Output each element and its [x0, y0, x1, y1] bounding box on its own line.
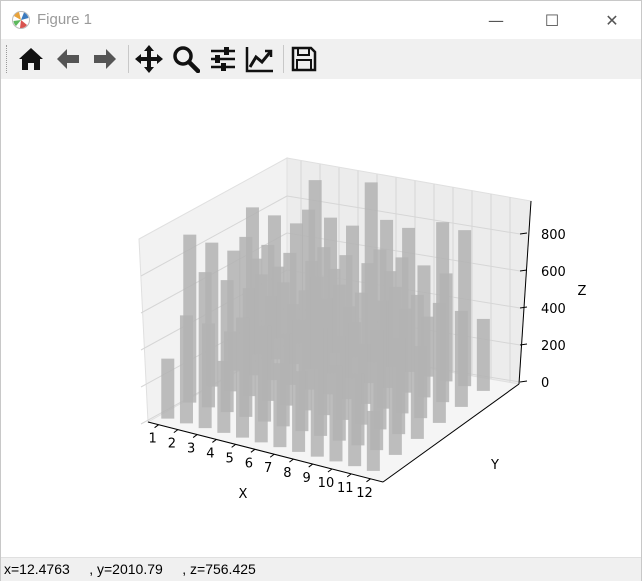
zoom-button[interactable]	[168, 41, 204, 77]
cursor-coordinates: x=12.4763 , y=2010.79 , z=756.425	[4, 561, 256, 577]
save-icon	[291, 46, 317, 72]
figure-canvas[interactable]: 1 2 3 4 5 6 7 8 9 10 11 12 0 200 400 600 800 X Y Z	[1, 79, 641, 557]
x-tick-label: 4	[206, 446, 214, 461]
toolbar-separator	[283, 45, 284, 73]
z-axis-label: Z	[578, 284, 587, 299]
close-icon: ✕	[605, 10, 619, 30]
forward-button[interactable]	[87, 41, 123, 77]
x-tick-label: 12	[356, 486, 373, 501]
bar	[388, 286, 402, 455]
window-title: Figure 1	[37, 11, 93, 28]
bar	[348, 322, 362, 467]
bar	[273, 363, 287, 448]
bar	[198, 272, 212, 429]
edit-axes-button[interactable]	[242, 41, 278, 77]
bar	[217, 360, 231, 433]
z-tick-label: 600	[541, 265, 566, 280]
zoom-icon	[173, 46, 200, 73]
x-tick-label: 3	[187, 442, 195, 457]
z-tick-label: 0	[541, 376, 549, 391]
z-tick-label: 400	[541, 302, 566, 317]
bar	[366, 410, 380, 471]
x-axis-label: X	[239, 487, 248, 502]
pan-button[interactable]	[131, 41, 167, 77]
close-button[interactable]: ✕	[589, 1, 635, 39]
navigation-toolbar	[1, 39, 641, 79]
toolbar-grip[interactable]	[6, 45, 9, 73]
minimize-icon: —	[488, 10, 504, 30]
x-tick-label: 5	[226, 451, 234, 466]
bar	[161, 358, 175, 419]
edit-axes-icon	[245, 47, 273, 73]
bar	[310, 276, 324, 457]
z-tick-mark	[519, 380, 528, 383]
x-tick-mark	[250, 448, 256, 453]
z-tick-label: 800	[541, 228, 566, 243]
x-tick-label: 1	[148, 432, 156, 447]
x-tick-label: 11	[337, 481, 354, 496]
x-tick-mark	[154, 424, 159, 429]
y-axis-label: Y	[490, 458, 499, 473]
bar	[292, 319, 306, 452]
forward-arrow-icon	[94, 49, 116, 69]
bar	[179, 315, 193, 424]
x-tick-mark	[212, 439, 217, 443]
home-icon	[19, 48, 43, 70]
bar	[254, 274, 268, 443]
back-button[interactable]	[50, 41, 86, 77]
x-tick-mark	[231, 443, 236, 448]
bar	[236, 317, 250, 438]
x-tick-label: 8	[283, 466, 291, 481]
x-tick-label: 9	[303, 471, 311, 486]
subplots-button[interactable]	[205, 41, 241, 77]
home-button[interactable]	[13, 41, 49, 77]
x-tick-mark	[346, 473, 352, 478]
x-tick-mark	[173, 429, 179, 434]
x-tick-label: 6	[245, 456, 253, 471]
status-bar: x=12.4763 , y=2010.79 , z=756.425	[1, 557, 641, 581]
pan-icon	[135, 45, 163, 73]
x-tick-mark	[327, 468, 333, 473]
x-tick-mark	[308, 463, 313, 468]
x-tick-mark	[289, 458, 294, 463]
title-bar[interactable]: Figure 1 — ☐ ✕	[1, 1, 641, 39]
save-button[interactable]	[286, 41, 322, 77]
bar	[410, 294, 424, 439]
bar	[329, 365, 343, 462]
x-tick-mark	[269, 453, 275, 458]
x-tick-label: 2	[168, 437, 176, 452]
matplotlib-logo-icon	[12, 11, 30, 29]
toolbar-separator	[128, 45, 129, 73]
back-arrow-icon	[57, 49, 79, 69]
maximize-button[interactable]: ☐	[529, 1, 575, 39]
x-tick-label: 10	[318, 476, 335, 491]
minimize-button[interactable]: —	[473, 1, 519, 39]
bar	[432, 302, 446, 423]
x-tick-mark	[192, 434, 198, 438]
z-tick-label: 200	[541, 339, 566, 354]
x-tick-mark	[366, 478, 371, 483]
figure-window: Figure 1 — ☐ ✕ 1 2 3 4 5 6 7 8 9 10 11 1…	[0, 0, 642, 581]
bar3d-plot[interactable]: 1 2 3 4 5 6 7 8 9 10 11 12 0200400600800 X Y Z	[1, 79, 641, 557]
bar	[454, 310, 468, 407]
maximize-icon: ☐	[544, 10, 560, 30]
bar	[476, 318, 490, 391]
subplots-icon	[211, 47, 235, 71]
x-tick-label: 7	[264, 461, 272, 476]
